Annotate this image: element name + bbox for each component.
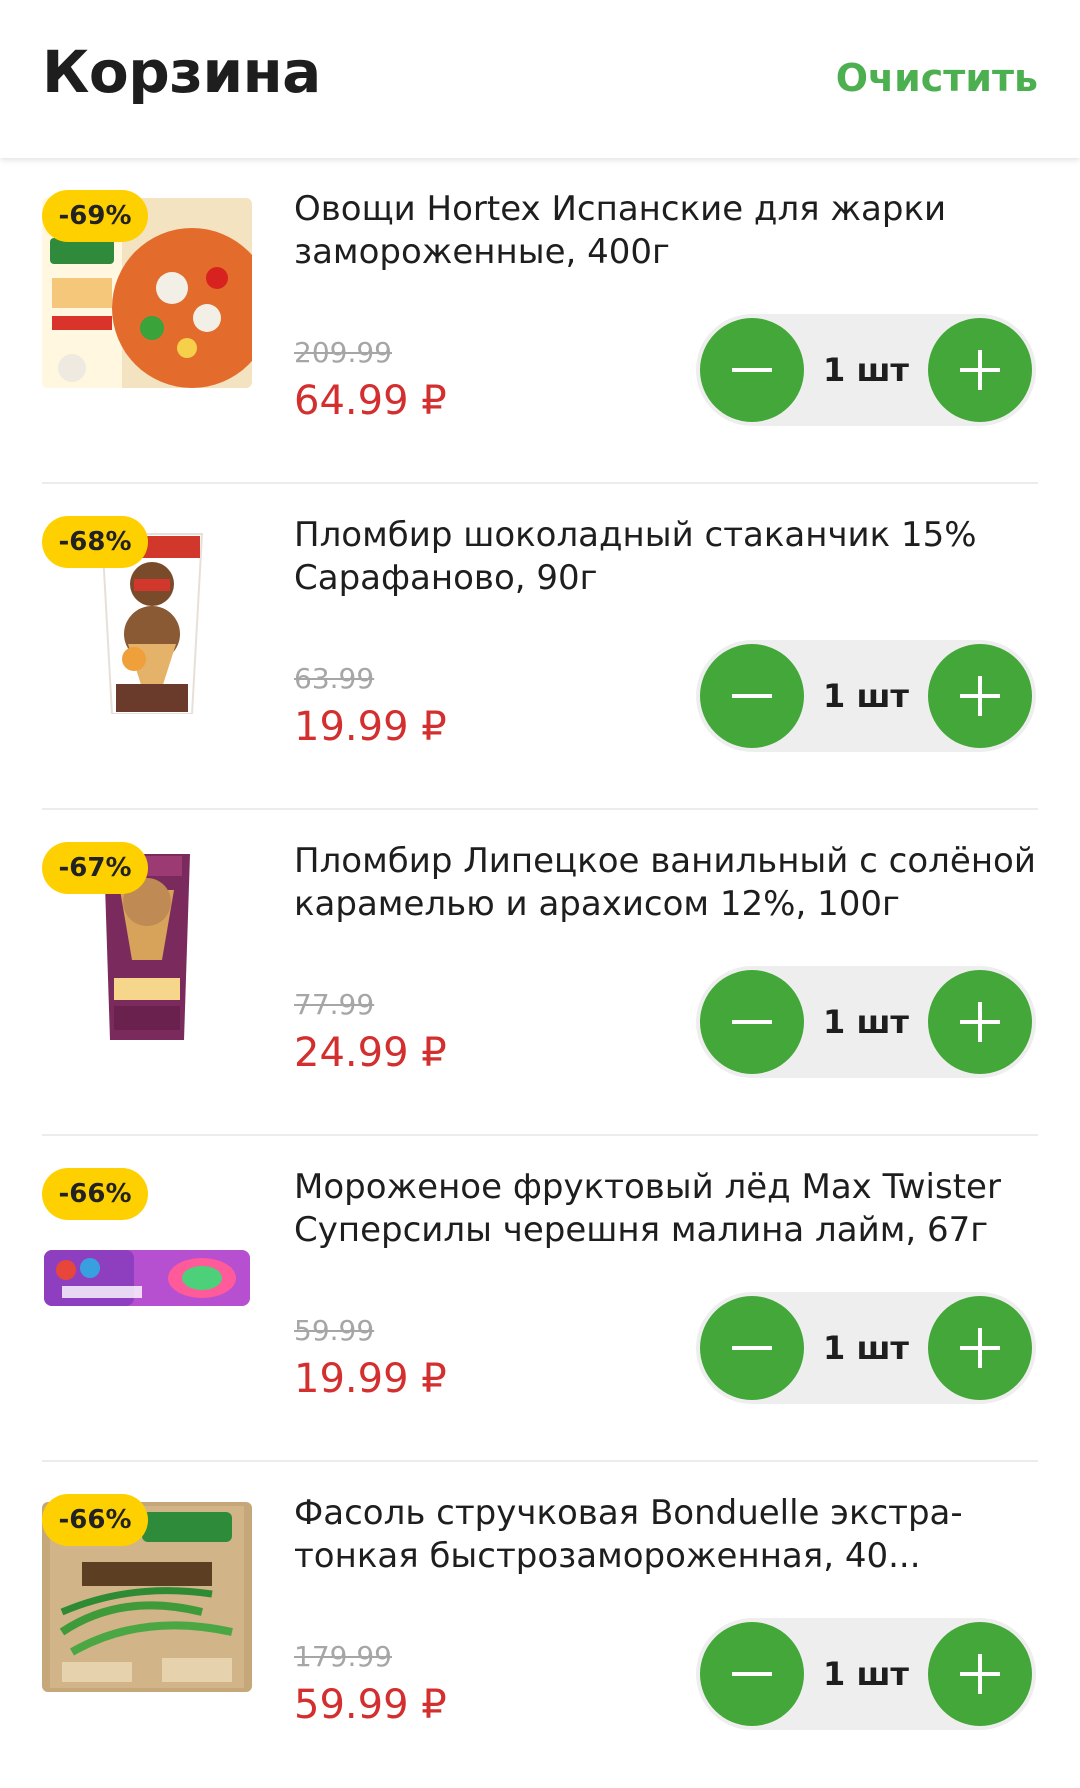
decrease-quantity-button[interactable] (700, 644, 804, 748)
quantity-stepper: 1 шт (696, 1292, 1036, 1404)
discount-badge: -69% (42, 190, 148, 242)
clear-cart-button[interactable]: Очистить (836, 56, 1038, 100)
quantity-stepper: 1 шт (696, 966, 1036, 1078)
new-price: 59.99 ₽ (294, 1682, 447, 1728)
cart-item: -68% Пломбир шоколадный стаканчик 15% Са… (0, 484, 1080, 810)
discount-badge: -66% (42, 1494, 148, 1546)
decrease-quantity-button[interactable] (700, 970, 804, 1074)
old-price: 59.99 (294, 1314, 375, 1347)
decrease-quantity-button[interactable] (700, 318, 804, 422)
new-price: 24.99 ₽ (294, 1030, 447, 1076)
quantity-stepper: 1 шт (696, 314, 1036, 426)
minus-icon (732, 368, 772, 372)
plus-icon (960, 1002, 1000, 1042)
plus-icon (960, 350, 1000, 390)
old-price: 63.99 (294, 662, 375, 695)
product-name[interactable]: Фасоль стручковая Bonduelle экстра-тонка… (294, 1492, 1040, 1578)
minus-icon (732, 694, 772, 698)
product-name[interactable]: Пломбир Липецкое ванильный с солёной кар… (294, 840, 1040, 926)
app-header: Корзина Очистить (0, 0, 1080, 158)
plus-icon (960, 1654, 1000, 1694)
minus-icon (732, 1672, 772, 1676)
quantity-value: 1 шт (823, 1655, 909, 1693)
plus-icon (960, 676, 1000, 716)
discount-badge: -67% (42, 842, 148, 894)
increase-quantity-button[interactable] (928, 1296, 1032, 1400)
quantity-value: 1 шт (823, 351, 909, 389)
cart-item: -69% Овощи Hortex Испанские для жарки за… (0, 158, 1080, 484)
page-title: Корзина (42, 38, 321, 106)
increase-quantity-button[interactable] (928, 970, 1032, 1074)
old-price: 209.99 (294, 336, 392, 369)
decrease-quantity-button[interactable] (700, 1622, 804, 1726)
cart-item: -67% Пломбир Липецкое ванильный с солёно… (0, 810, 1080, 1136)
increase-quantity-button[interactable] (928, 318, 1032, 422)
new-price: 19.99 ₽ (294, 1356, 447, 1402)
new-price: 64.99 ₽ (294, 378, 447, 424)
product-name[interactable]: Овощи Hortex Испанские для жарки заморож… (294, 188, 1040, 274)
discount-badge: -68% (42, 516, 148, 568)
product-name[interactable]: Мороженое фруктовый лёд Max Twister Супе… (294, 1166, 1040, 1252)
new-price: 19.99 ₽ (294, 704, 447, 750)
quantity-stepper: 1 шт (696, 1618, 1036, 1730)
minus-icon (732, 1346, 772, 1350)
old-price: 179.99 (294, 1640, 392, 1673)
quantity-value: 1 шт (823, 677, 909, 715)
quantity-stepper: 1 шт (696, 640, 1036, 752)
minus-icon (732, 1020, 772, 1024)
old-price: 77.99 (294, 988, 375, 1021)
quantity-value: 1 шт (823, 1329, 909, 1367)
plus-icon (960, 1328, 1000, 1368)
increase-quantity-button[interactable] (928, 644, 1032, 748)
cart-item: -66% Фасоль стручковая Bonduelle экстра-… (0, 1462, 1080, 1788)
quantity-value: 1 шт (823, 1003, 909, 1041)
discount-badge: -66% (42, 1168, 148, 1220)
decrease-quantity-button[interactable] (700, 1296, 804, 1400)
increase-quantity-button[interactable] (928, 1622, 1032, 1726)
cart-item: -66% Мороженое фруктовый лёд Max Twister… (0, 1136, 1080, 1462)
product-name[interactable]: Пломбир шоколадный стаканчик 15% Сарафан… (294, 514, 1040, 600)
